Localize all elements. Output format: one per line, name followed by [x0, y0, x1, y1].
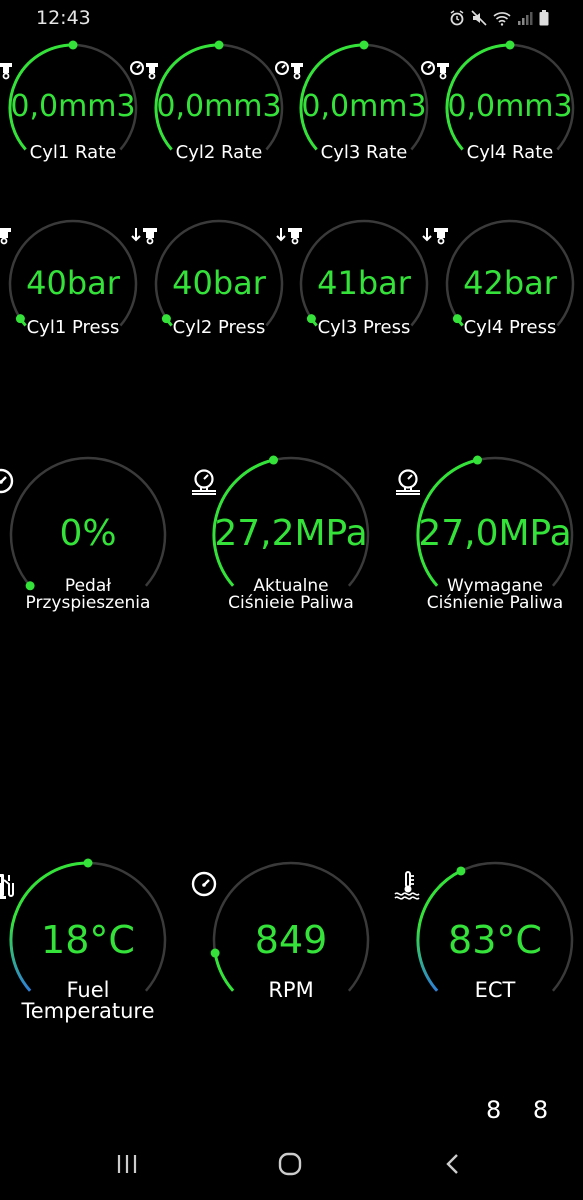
- fuel-temp-icon: [0, 873, 14, 899]
- injector-rate-icon: [421, 61, 449, 80]
- home-button[interactable]: [260, 1142, 320, 1186]
- gauge-needle-dot: [83, 858, 93, 868]
- injector-rate-icon: [275, 61, 303, 80]
- speedometer-icon: [0, 468, 14, 494]
- gauge-cyl3-press[interactable]: 41bar Cyl3 Press: [276, 211, 437, 377]
- battery-icon: [539, 10, 549, 26]
- gauge-ect[interactable]: 83°C ECT: [394, 853, 582, 1047]
- pressure-gauge-icon: [396, 468, 420, 495]
- status-bar: 12:43: [0, 0, 583, 36]
- gauge-needle-dot: [269, 455, 279, 465]
- gauge-label: Wymagane Ciśnienie Paliwa: [426, 575, 564, 613]
- gauge-value: 0,0mm3: [10, 89, 136, 125]
- pressure-gauge-icon: [192, 468, 216, 495]
- gauge-rpm[interactable]: 849 RPM: [191, 853, 378, 1047]
- gauge-value: 18°C: [41, 918, 135, 963]
- status-icons: [449, 8, 549, 28]
- gauge-cyl4-rate[interactable]: 0,0mm3 Cyl4 Rate: [421, 35, 583, 201]
- status-time: 12:43: [36, 7, 91, 29]
- gauge-peda-[interactable]: 0% Pedał Przyspieszenia: [0, 448, 175, 642]
- alarm-icon: [450, 10, 464, 26]
- gauge-value: 0%: [59, 512, 117, 554]
- page-indicator[interactable]: 8 8: [486, 1096, 560, 1124]
- gauge-cyl1-press[interactable]: 40bar Cyl1 Press: [0, 211, 146, 377]
- gauge-cyl2-press[interactable]: 40bar Cyl2 Press: [131, 211, 292, 377]
- gauge-value: 83°C: [448, 918, 542, 963]
- gauge-fuel[interactable]: 18°C Fuel Temperature: [0, 853, 175, 1047]
- gauge-value: 0,0mm3: [447, 89, 573, 125]
- gauge-needle-dot: [214, 40, 224, 50]
- gauge-needle-dot: [68, 40, 78, 50]
- injector-press-icon: [0, 228, 11, 245]
- mute-icon: [471, 10, 487, 26]
- gauge-value: 40bar: [26, 264, 120, 303]
- signal-icon: [518, 12, 533, 25]
- injector-rate-icon: [130, 61, 158, 80]
- injector-press-icon: [276, 228, 302, 245]
- gauge-value: 0,0mm3: [156, 89, 282, 125]
- home-icon: [278, 1152, 302, 1176]
- gauge-label: Cyl4 Rate: [466, 142, 554, 164]
- injector-rate-icon: [0, 63, 12, 80]
- injector-press-icon: [422, 228, 448, 245]
- wifi-icon: [493, 12, 511, 26]
- gauge-wymagane[interactable]: 27,0MPa Wymagane Ciśnienie Paliwa: [396, 448, 582, 642]
- back-button[interactable]: [423, 1142, 483, 1186]
- gauge-label: Cyl4 Press: [463, 317, 557, 339]
- gauge-cyl1-rate[interactable]: 0,0mm3 Cyl1 Rate: [0, 35, 146, 201]
- gauge-needle-dot: [505, 40, 515, 50]
- gauge-value: 849: [254, 918, 328, 963]
- gauge-needle-dot: [456, 866, 466, 876]
- injector-press-icon: [131, 228, 157, 245]
- speedometer-icon: [191, 871, 217, 897]
- back-icon: [446, 1154, 458, 1174]
- gauge-value: 27,2MPa: [214, 512, 368, 554]
- recents-button[interactable]: [97, 1142, 157, 1186]
- navigation-bar: [0, 1130, 583, 1200]
- gauge-cyl3-rate[interactable]: 0,0mm3 Cyl3 Rate: [275, 35, 437, 201]
- gauge-value: 42bar: [463, 264, 557, 303]
- gauge-needle-dot: [473, 455, 483, 465]
- recents-icon: [117, 1155, 137, 1173]
- coolant-temp-icon: [394, 870, 420, 900]
- gauge-aktualne[interactable]: 27,2MPa Aktualne Ciśnieie Paliwa: [192, 448, 378, 642]
- gauge-cyl2-rate[interactable]: 0,0mm3 Cyl2 Rate: [130, 35, 292, 201]
- gauge-value: 27,0MPa: [418, 512, 572, 554]
- gauge-cyl4-press[interactable]: 42bar Cyl4 Press: [422, 211, 583, 377]
- gauge-value: 0,0mm3: [301, 89, 427, 125]
- gauge-value: 40bar: [172, 264, 266, 303]
- gauge-needle-dot: [359, 40, 369, 50]
- gauge-value: 41bar: [317, 264, 411, 303]
- gauge-label: ECT: [474, 978, 516, 1003]
